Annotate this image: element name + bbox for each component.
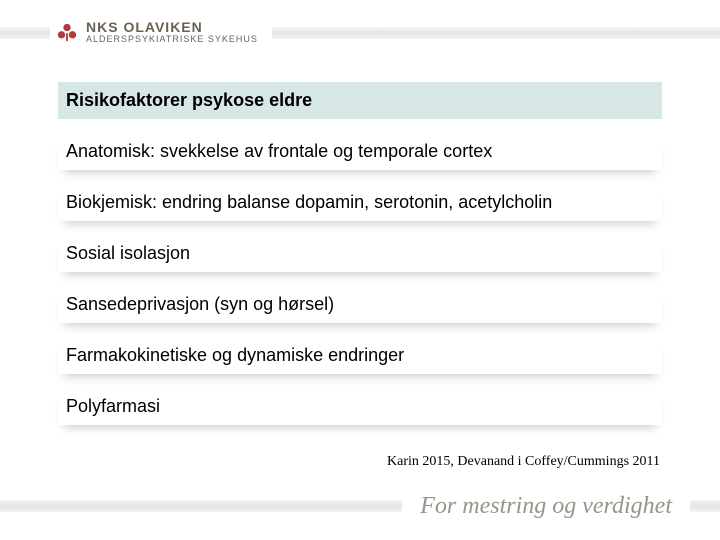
logo-brand: NKS OLAVIKEN (86, 19, 203, 35)
logo-subline: ALDERSPSYKIATRISKE SYKEHUS (86, 34, 258, 44)
header-band: NKS OLAVIKEN ALDERSPSYKIATRISKE SYKEHUS (0, 5, 720, 60)
footer-tagline: For mestring og verdighet (402, 491, 690, 522)
list-item: Polyfarmasi (58, 388, 662, 425)
list-item: Sosial isolasjon (58, 235, 662, 272)
list-item: Sansedeprivasjon (syn og hørsel) (58, 286, 662, 323)
list-item: Biokjemisk: endring balanse dopamin, ser… (58, 184, 662, 221)
logo-text: NKS OLAVIKEN ALDERSPSYKIATRISKE SYKEHUS (86, 20, 258, 45)
clover-icon (56, 22, 78, 44)
list-item: Farmakokinetiske og dynamiske endringer (58, 337, 662, 374)
list-item: Anatomisk: svekkelse av frontale og temp… (58, 133, 662, 170)
content-area: Risikofaktorer psykose eldre Anatomisk: … (58, 82, 662, 425)
citation-text: Karin 2015, Devanand i Coffey/Cummings 2… (387, 454, 660, 470)
footer-band: For mestring og verdighet (0, 486, 720, 526)
logo: NKS OLAVIKEN ALDERSPSYKIATRISKE SYKEHUS (50, 16, 272, 49)
slide-title: Risikofaktorer psykose eldre (58, 82, 662, 119)
